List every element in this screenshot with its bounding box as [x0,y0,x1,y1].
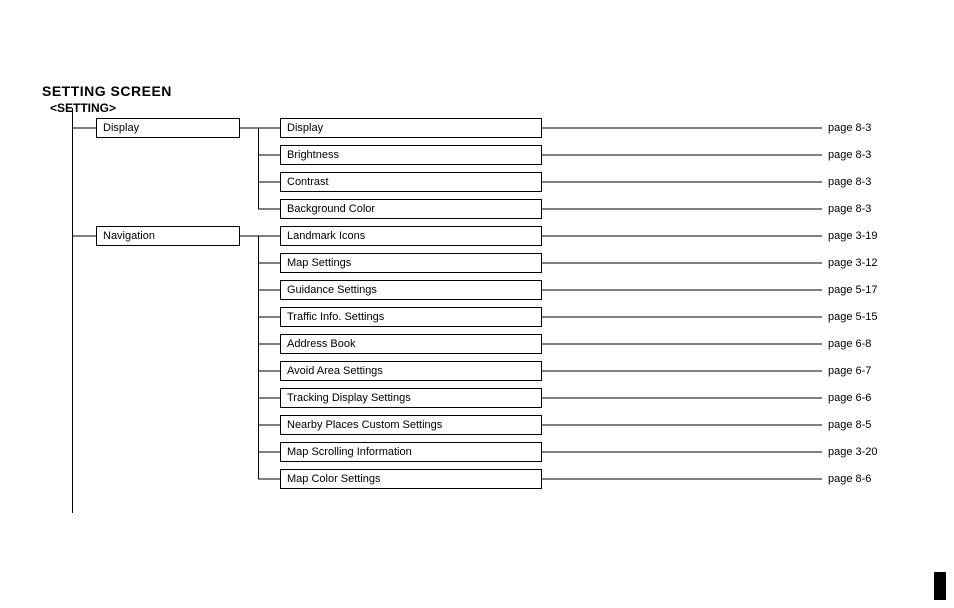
node-map-settings: Map Settings [280,253,542,273]
page-ref-map-settings: page 3-12 [828,257,878,269]
page-ref-contrast: page 8-3 [828,176,871,188]
page-ref-map-color-settings: page 8-6 [828,473,871,485]
node-nearby-places-custom-settings: Nearby Places Custom Settings [280,415,542,435]
page-ref-nearby-places-custom-settings: page 8-5 [828,419,871,431]
page-ref-tracking-display-settings: page 6-6 [828,392,871,404]
node-tracking-display-settings: Tracking Display Settings [280,388,542,408]
page-ref-landmark-icons: page 3-19 [828,230,878,242]
page-ref-traffic-info-settings: page 5-15 [828,311,878,323]
node-display: Display [96,118,240,138]
node-map-scrolling-information: Map Scrolling Information [280,442,542,462]
page-ref-background-color: page 8-3 [828,203,871,215]
settings-tree: Display Navigation Display Brightness Co… [72,108,912,518]
page-ref-brightness: page 8-3 [828,149,871,161]
node-address-book: Address Book [280,334,542,354]
node-avoid-area-settings: Avoid Area Settings [280,361,542,381]
node-brightness: Brightness [280,145,542,165]
page-ref-map-scrolling-information: page 3-20 [828,446,878,458]
node-display-display: Display [280,118,542,138]
page-ref-display: page 8-3 [828,122,871,134]
page-title: SETTING SCREEN [42,83,172,99]
node-contrast: Contrast [280,172,542,192]
node-guidance-settings: Guidance Settings [280,280,542,300]
page-edge-tab [934,572,946,600]
node-background-color: Background Color [280,199,542,219]
page-ref-guidance-settings: page 5-17 [828,284,878,296]
page-ref-avoid-area-settings: page 6-7 [828,365,871,377]
node-traffic-info-settings: Traffic Info. Settings [280,307,542,327]
node-map-color-settings: Map Color Settings [280,469,542,489]
page-ref-address-book: page 6-8 [828,338,871,350]
node-landmark-icons: Landmark Icons [280,226,542,246]
node-navigation: Navigation [96,226,240,246]
